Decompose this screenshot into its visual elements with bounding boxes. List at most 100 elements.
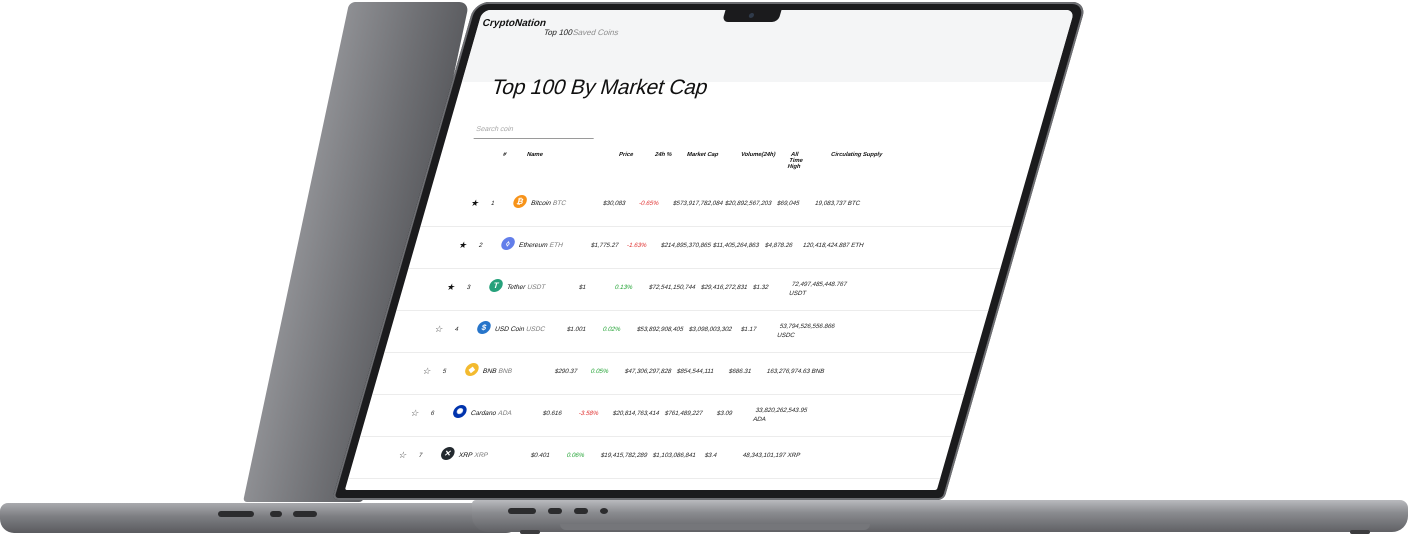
- change-cell: 0.05%: [589, 368, 610, 375]
- market-cap-cell: $214,895,370,865: [659, 242, 712, 249]
- front-port-1: [508, 508, 536, 514]
- ath-cell: $686.31: [727, 368, 753, 375]
- ath-cell: $69,045: [776, 200, 801, 207]
- supply-cell: 72,497,485,448.767 USDT: [788, 281, 848, 297]
- coin-symbol: ADA: [497, 410, 513, 417]
- supply-cell: 33,820,262,543.95 ADA: [752, 407, 809, 423]
- table-row[interactable]: ★ 2 ⬨ EthereumETH $1,775.27 -1.63% $214,895,37…: [408, 228, 1020, 269]
- change-cell: -0.65%: [638, 200, 660, 207]
- col-header-name[interactable]: Name: [526, 152, 544, 158]
- change-cell: -1.63%: [625, 242, 648, 249]
- rank-cell: 3: [465, 284, 472, 291]
- coin-name[interactable]: TetherUSDT: [506, 284, 546, 291]
- coin-name[interactable]: EthereumETH: [518, 242, 564, 249]
- star-outline-icon[interactable]: ☆: [397, 450, 408, 461]
- screen: CryptoNation Top 100 Saved Coins Top 100…: [344, 10, 1075, 490]
- col-header-volume[interactable]: Volume(24h): [740, 152, 776, 158]
- tether-icon: T: [487, 279, 505, 292]
- saved-star-icon[interactable]: ★: [469, 198, 481, 209]
- market-cap-cell: $19,415,782,289: [599, 452, 649, 459]
- usdc-icon: $: [475, 321, 493, 334]
- supply-cell: 163,276,974.63 BNB: [765, 368, 826, 375]
- price-cell: $1.001: [565, 326, 587, 333]
- coin-symbol: USDT: [526, 284, 547, 291]
- coin-symbol: BNB: [497, 368, 513, 375]
- coin-name[interactable]: BitcoinBTC: [530, 200, 567, 207]
- ethereum-icon: ⬨: [499, 237, 517, 250]
- price-cell: $1: [577, 284, 587, 291]
- front-foot-left: [520, 530, 540, 534]
- rear-port-1: [218, 511, 254, 517]
- col-header-market-cap[interactable]: Market Cap: [686, 152, 719, 158]
- cardano-icon: ✺: [451, 405, 469, 418]
- volume-cell: $854,544,111: [675, 368, 715, 375]
- ath-cell: $3.4: [703, 452, 718, 459]
- table-row[interactable]: ★ 1 ₿ BitcoinBTC $30,083 -0.65% $573,917,782,0…: [420, 186, 1033, 227]
- price-cell: $290.37: [553, 368, 579, 375]
- col-header-change[interactable]: 24h %: [654, 152, 672, 158]
- star-outline-icon[interactable]: ☆: [409, 408, 421, 419]
- change-cell: 0.02%: [601, 326, 622, 333]
- front-port-3: [574, 508, 588, 514]
- rear-laptop-base: [0, 503, 520, 533]
- volume-cell: $3,098,003,302: [687, 326, 733, 333]
- saved-star-icon[interactable]: ★: [445, 282, 457, 293]
- market-cap-cell: $20,814,763,414: [611, 410, 661, 417]
- star-outline-icon[interactable]: ☆: [433, 324, 445, 335]
- table-row[interactable]: ☆ 7 ✕ XRPXRP $0.401 0.06% $19,415,782,289 $1,10…: [348, 438, 960, 479]
- ath-cell: $1.17: [739, 326, 758, 333]
- nav-saved-coins[interactable]: Saved Coins: [572, 28, 620, 37]
- notch: [722, 10, 782, 22]
- ath-cell: $3.09: [715, 410, 734, 417]
- table-row[interactable]: ★ 3 T TetherUSDT $1 0.13% $72,541,150,744 $29,4…: [396, 270, 1008, 311]
- market-cap-cell: $72,541,150,744: [647, 284, 697, 291]
- ath-cell: $4,878.26: [763, 242, 794, 249]
- coin-name[interactable]: XRPXRP: [458, 452, 489, 459]
- ath-cell: $1.32: [751, 284, 770, 291]
- volume-cell: $20,892,567,203: [724, 200, 773, 207]
- star-outline-icon[interactable]: ☆: [421, 366, 433, 377]
- search-input[interactable]: Search coin: [473, 122, 599, 139]
- camera-icon: [748, 13, 755, 18]
- rank-cell: 7: [417, 452, 424, 459]
- table-row[interactable]: ☆ 5 ◆ BNBBNB $290.37 0.05% $47,306,297,828 $854…: [372, 354, 984, 395]
- supply-cell: 120,418,424.887 ETH: [801, 242, 865, 249]
- brand-logo[interactable]: CryptoNation: [481, 18, 547, 29]
- coin-name[interactable]: USD CoinUSDC: [494, 326, 546, 333]
- change-cell: -3.58%: [577, 410, 600, 417]
- table-row[interactable]: ☆ 6 ✺ CardanoADA $0.616 -3.58% $20,814,763,414…: [360, 396, 972, 437]
- coin-symbol: USDC: [525, 326, 546, 333]
- coin-name-label: Tether: [505, 284, 527, 291]
- volume-cell: $1,103,086,841: [651, 452, 697, 459]
- price-cell: $0.616: [541, 410, 563, 417]
- supply-cell: 53,794,526,556.866 USDC: [776, 323, 836, 339]
- xrp-icon: ✕: [439, 447, 457, 460]
- rank-cell: 5: [441, 368, 448, 375]
- coin-name-label: USD Coin: [493, 326, 526, 333]
- rank-cell: 1: [490, 200, 496, 207]
- col-header-supply[interactable]: Circulating Supply: [830, 152, 883, 158]
- col-header-price[interactable]: Price: [618, 152, 634, 158]
- front-port-2: [548, 508, 562, 514]
- saved-star-icon[interactable]: ★: [457, 240, 469, 251]
- volume-cell: $761,489,227: [663, 410, 704, 417]
- front-foot-right: [1350, 530, 1370, 534]
- nav-top-100[interactable]: Top 100: [543, 28, 574, 37]
- price-cell: $0.401: [529, 452, 551, 459]
- change-cell: 0.06%: [565, 452, 586, 459]
- volume-cell: $11,405,264,863: [711, 242, 760, 249]
- col-header-rank[interactable]: #: [502, 152, 507, 158]
- table-row[interactable]: ☆ 4 $ USD CoinUSDC $1.001 0.02% $53,892,908,40…: [384, 312, 996, 353]
- coin-name[interactable]: BNBBNB: [482, 368, 513, 375]
- supply-cell: 48,343,101,197 XRP: [741, 452, 802, 459]
- bnb-icon: ◆: [463, 363, 481, 376]
- rear-port-3: [293, 511, 317, 517]
- coin-name-label: Bitcoin: [530, 200, 552, 207]
- page-title: Top 100 By Market Cap: [488, 76, 711, 99]
- bitcoin-icon: ₿: [511, 195, 529, 208]
- coin-symbol: BTC: [551, 200, 568, 207]
- col-header-ath[interactable]: All Time High: [787, 152, 814, 170]
- coin-name[interactable]: CardanoADA: [470, 410, 513, 417]
- coin-name-label: Cardano: [469, 410, 498, 417]
- price-cell: $30,083: [602, 200, 627, 207]
